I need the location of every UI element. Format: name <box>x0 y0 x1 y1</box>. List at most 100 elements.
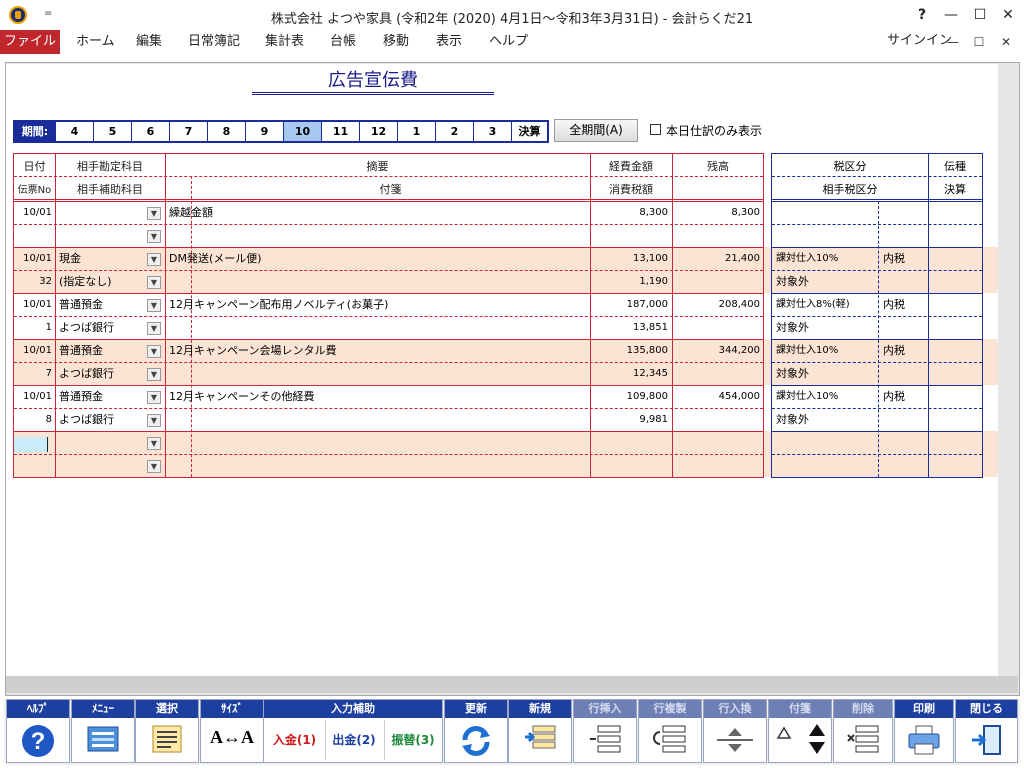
menu-edit[interactable]: 編集 <box>136 30 162 54</box>
refresh-button[interactable]: 更新 <box>444 699 508 763</box>
help-button[interactable]: ﾍﾙﾌﾟ ? <box>6 699 70 763</box>
menu-view[interactable]: 表示 <box>436 30 462 54</box>
menu-help[interactable]: ヘルプ <box>489 30 528 54</box>
horizontal-scrollbar[interactable] <box>6 676 1018 693</box>
cell-amount[interactable]: 109,800 <box>590 385 668 408</box>
size-button[interactable]: ｻｲｽﾞ A↔A <box>200 699 264 763</box>
sticky-up-down-icon[interactable] <box>807 720 827 760</box>
withdraw-button[interactable]: 出金(2) <box>325 720 382 760</box>
cell-amount[interactable]: 13,100 <box>590 247 668 270</box>
cell-sub-account[interactable]: よつば銀行 <box>59 362 145 385</box>
cell-sub-account[interactable]: よつば銀行 <box>59 316 145 339</box>
minimize-button[interactable]: — <box>941 6 961 24</box>
period-tab-2[interactable]: 2 <box>435 122 473 141</box>
select-button[interactable]: 選択 <box>135 699 199 763</box>
cell-voucher-no[interactable]: 8 <box>14 408 52 431</box>
cell-date[interactable]: 10/01 <box>14 201 52 224</box>
cell-partner-tax[interactable]: 対象外 <box>776 408 876 431</box>
cell-tax-category[interactable]: 課対仕入10% <box>776 247 876 270</box>
cell-inclusive[interactable]: 内税 <box>883 293 927 316</box>
period-tab-1[interactable]: 1 <box>397 122 435 141</box>
account-dropdown[interactable]: ▼ <box>147 391 161 404</box>
cell-tax-category[interactable]: 課対仕入10% <box>776 339 876 362</box>
period-tab-6[interactable]: 6 <box>131 122 169 141</box>
menu-ledger[interactable]: 台帳 <box>330 30 356 54</box>
cell-account[interactable]: 普通預金 <box>59 385 145 408</box>
close-button[interactable]: ✕ <box>998 6 1018 24</box>
menu-summary[interactable]: 集計表 <box>265 30 304 54</box>
cell-sub-account[interactable]: (指定なし) <box>59 270 145 293</box>
menu-button[interactable]: ﾒﾆｭｰ <box>71 699 135 763</box>
transfer-button[interactable]: 振替(3) <box>384 720 441 760</box>
account-dropdown[interactable]: ▼ <box>147 345 161 358</box>
cell-tax[interactable]: 13,851 <box>590 316 668 339</box>
sub-account-dropdown[interactable]: ▼ <box>147 368 161 381</box>
period-tab-closing[interactable]: 決算 <box>511 122 547 141</box>
today-only-checkbox[interactable] <box>650 124 661 135</box>
cell-voucher-no[interactable]: 7 <box>14 362 52 385</box>
cell-inclusive[interactable]: 内税 <box>883 339 927 362</box>
menu-move[interactable]: 移動 <box>383 30 409 54</box>
print-button[interactable]: 印刷 <box>894 699 954 763</box>
close-window-button[interactable]: 閉じる <box>955 699 1018 763</box>
help-icon[interactable]: ? <box>912 6 932 24</box>
maximize-button[interactable]: ☐ <box>970 6 990 24</box>
cell-account[interactable]: 現金 <box>59 247 145 270</box>
cell-summary[interactable]: 繰越金額 <box>169 201 579 224</box>
sub-account-dropdown[interactable]: ▼ <box>147 414 161 427</box>
vertical-scrollbar[interactable] <box>998 64 1016 676</box>
doc-restore-button[interactable]: ☐ <box>970 32 988 52</box>
cell-voucher-no[interactable]: 32 <box>14 270 52 293</box>
sub-account-dropdown[interactable]: ▼ <box>147 230 161 243</box>
cell-summary[interactable]: 12月キャンペーンその他経費 <box>169 385 579 408</box>
cell-summary[interactable]: DM発送(メール便) <box>169 247 579 270</box>
cell-amount[interactable]: 8,300 <box>590 201 668 224</box>
cell-partner-tax[interactable]: 対象外 <box>776 316 876 339</box>
cell-partner-tax[interactable]: 対象外 <box>776 270 876 293</box>
period-tab-7[interactable]: 7 <box>169 122 207 141</box>
doc-close-button[interactable]: ✕ <box>997 32 1015 52</box>
cell-account[interactable]: 普通預金 <box>59 339 145 362</box>
all-period-button[interactable]: 全期間(A) <box>554 119 638 142</box>
period-tab-11[interactable]: 11 <box>321 122 359 141</box>
cell-date[interactable]: 10/01 <box>14 385 52 408</box>
cell-partner-tax[interactable]: 対象外 <box>776 362 876 385</box>
doc-minimize-button[interactable]: — <box>944 32 962 52</box>
cell-summary[interactable]: 12月キャンペーン会場レンタル費 <box>169 339 579 362</box>
cell-tax-category[interactable]: 課対仕入8%(軽) <box>776 293 876 316</box>
sub-account-dropdown[interactable]: ▼ <box>147 276 161 289</box>
new-button[interactable]: 新規 <box>508 699 572 763</box>
cell-tax[interactable]: 12,345 <box>590 362 668 385</box>
period-tab-8[interactable]: 8 <box>207 122 245 141</box>
sub-account-dropdown[interactable]: ▼ <box>147 460 161 473</box>
cell-date[interactable]: 10/01 <box>14 339 52 362</box>
menu-home[interactable]: ホーム <box>76 30 115 54</box>
cell-date[interactable]: 10/01 <box>14 293 52 316</box>
menu-daily-bookkeeping[interactable]: 日常簿記 <box>188 30 240 54</box>
cell-date[interactable]: 10/01 <box>14 247 52 270</box>
new-entry-date-input[interactable] <box>14 437 48 452</box>
cell-inclusive[interactable]: 内税 <box>883 385 927 408</box>
period-tab-4[interactable]: 4 <box>55 122 93 141</box>
cell-account[interactable]: 普通預金 <box>59 293 145 316</box>
cell-inclusive[interactable]: 内税 <box>883 247 927 270</box>
account-dropdown[interactable]: ▼ <box>147 253 161 266</box>
account-dropdown[interactable]: ▼ <box>147 437 161 450</box>
cell-tax-category[interactable]: 課対仕入10% <box>776 385 876 408</box>
cell-amount[interactable]: 135,800 <box>590 339 668 362</box>
period-tab-3[interactable]: 3 <box>473 122 511 141</box>
signin-link[interactable]: サインイン <box>887 30 952 54</box>
cell-voucher-no[interactable]: 1 <box>14 316 52 339</box>
account-dropdown[interactable]: ▼ <box>147 299 161 312</box>
cell-sub-account[interactable]: よつば銀行 <box>59 408 145 431</box>
period-tab-9[interactable]: 9 <box>245 122 283 141</box>
period-tab-10[interactable]: 10 <box>283 122 321 141</box>
cell-tax[interactable]: 1,190 <box>590 270 668 293</box>
cell-amount[interactable]: 187,000 <box>590 293 668 316</box>
account-dropdown[interactable]: ▼ <box>147 207 161 220</box>
period-tab-5[interactable]: 5 <box>93 122 131 141</box>
menu-file[interactable]: ファイル <box>0 30 60 54</box>
cell-tax[interactable]: 9,981 <box>590 408 668 431</box>
period-tab-12[interactable]: 12 <box>359 122 397 141</box>
sub-account-dropdown[interactable]: ▼ <box>147 322 161 335</box>
